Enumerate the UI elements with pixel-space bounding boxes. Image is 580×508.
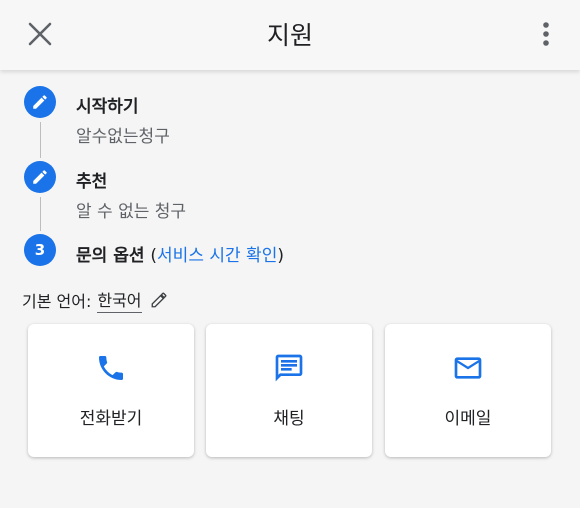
- pencil-icon: [33, 170, 47, 184]
- pencil-icon[interactable]: [150, 291, 168, 309]
- mail-icon: [454, 357, 482, 379]
- chat-option-label: 채팅: [273, 409, 305, 429]
- step-3-title-text: 문의 옵션: [76, 246, 145, 266]
- paren-close: ): [277, 246, 284, 266]
- app-header: 지원: [0, 0, 580, 70]
- step-2-title: 추천: [76, 172, 108, 192]
- email-option-label: 이메일: [444, 409, 492, 429]
- email-option-card[interactable]: 이메일: [385, 324, 551, 457]
- step-2-subtitle: 알 수 없는 청구: [76, 202, 187, 222]
- step-number: 3: [34, 241, 46, 259]
- call-option-card[interactable]: 전화받기: [28, 324, 194, 457]
- language-selector[interactable]: 한국어: [97, 287, 142, 313]
- service-hours-link[interactable]: 서비스 시간 확인: [157, 246, 277, 266]
- step-3-title: 문의 옵션 (서비스 시간 확인): [76, 241, 284, 266]
- step-connector: [40, 197, 41, 231]
- step-1-subtitle: 알수없는청구: [76, 127, 170, 147]
- chat-icon: [275, 354, 303, 382]
- page-title: 지원: [266, 21, 313, 50]
- more-vert-icon: [543, 22, 549, 46]
- step-1-marker: [24, 86, 56, 118]
- phone-icon: [99, 356, 123, 380]
- pencil-icon: [33, 95, 47, 109]
- step-3-marker: 3: [24, 234, 56, 266]
- chat-option-card[interactable]: 채팅: [206, 324, 372, 457]
- more-options-button[interactable]: [532, 18, 560, 50]
- language-row: 기본 언어: 한국어: [22, 287, 168, 313]
- call-option-label: 전화받기: [79, 409, 143, 429]
- language-label: 기본 언어:: [22, 292, 92, 311]
- step-2-marker: [24, 161, 56, 193]
- step-1-title: 시작하기: [76, 97, 139, 117]
- step-connector: [40, 122, 41, 158]
